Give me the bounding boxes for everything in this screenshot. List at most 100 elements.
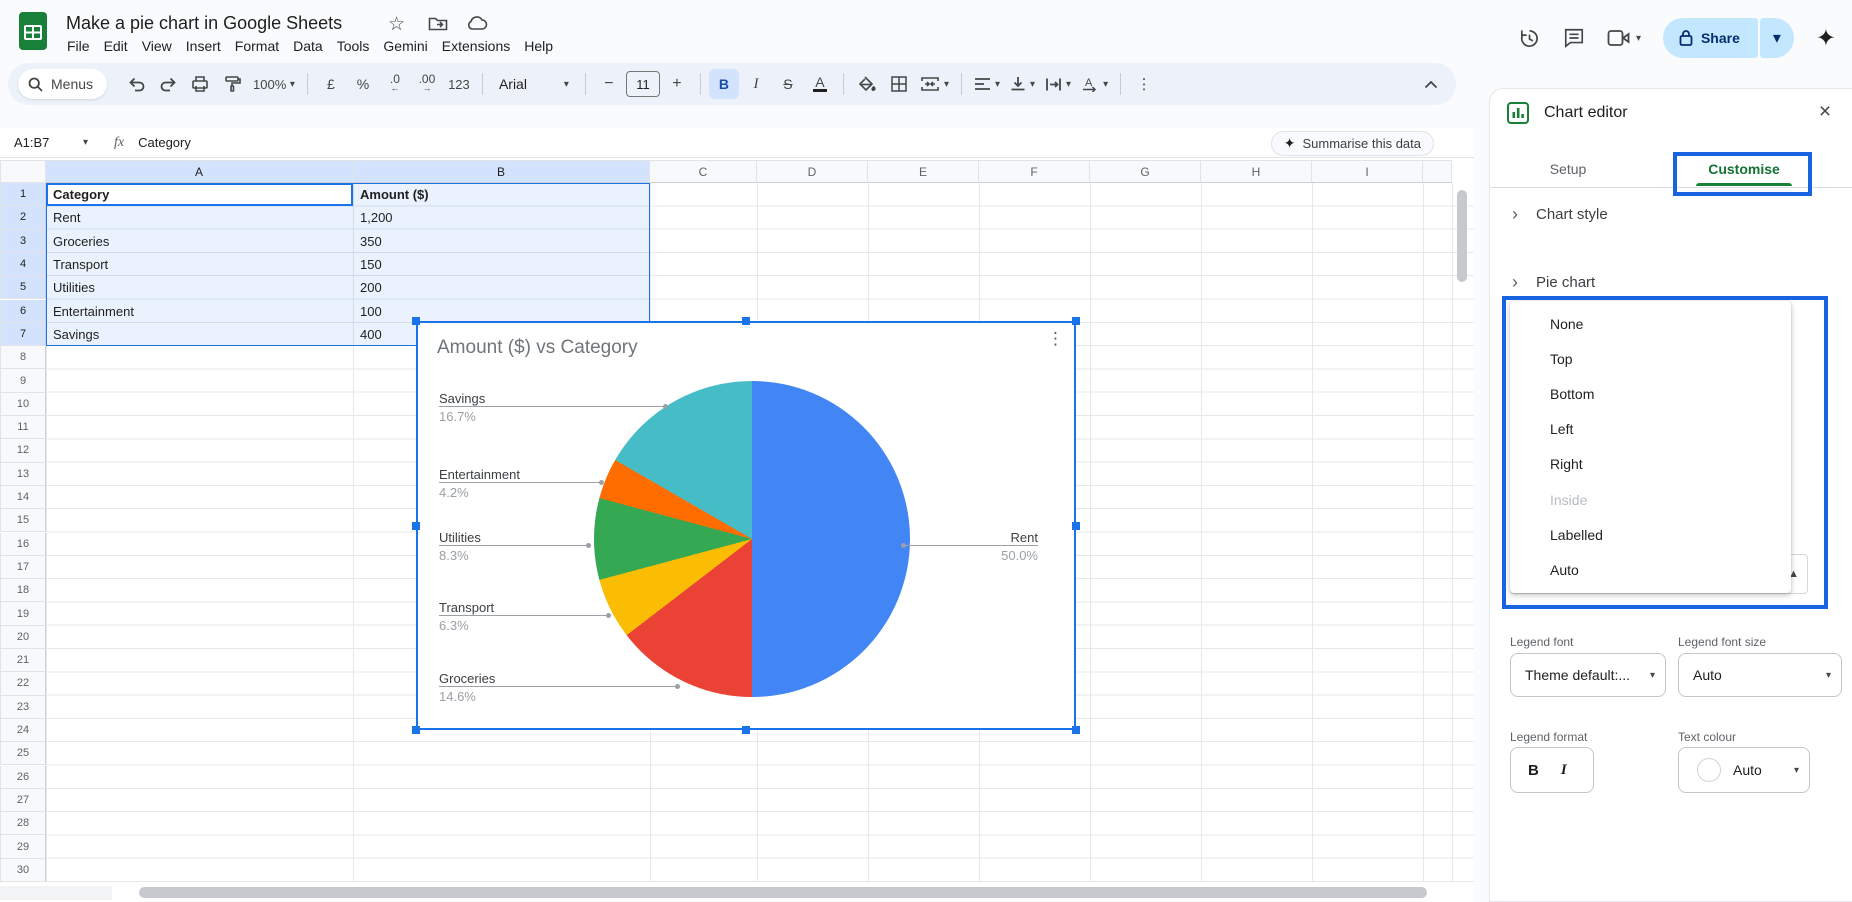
meet-caret-icon[interactable]: ▾ <box>1636 33 1641 44</box>
cell-b6[interactable]: 100 <box>353 300 650 323</box>
version-history-icon[interactable] <box>1518 27 1541 50</box>
move-folder-icon[interactable] <box>428 15 448 32</box>
row-header-10[interactable]: 10 <box>0 393 46 416</box>
select-all-corner[interactable] <box>0 160 46 183</box>
menu-view[interactable]: View <box>135 36 179 56</box>
cell-b4[interactable]: 150 <box>353 253 650 276</box>
paint-format-button[interactable] <box>217 69 247 99</box>
pie-chart[interactable] <box>594 381 910 697</box>
cell-b3[interactable]: 350 <box>353 230 650 253</box>
position-option-none[interactable]: None <box>1510 306 1791 341</box>
column-header-d[interactable]: D <box>757 160 868 183</box>
column-header-g[interactable]: G <box>1090 160 1201 183</box>
row-header-3[interactable]: 3 <box>0 230 46 253</box>
cell-a1[interactable]: Category <box>46 183 353 206</box>
section-pie-chart[interactable]: › Pie chart <box>1512 272 1595 293</box>
row-header-23[interactable]: 23 <box>0 696 46 719</box>
cell-b1[interactable]: Amount ($) <box>353 183 650 206</box>
menu-data[interactable]: Data <box>286 36 330 56</box>
column-header-i[interactable]: I <box>1312 160 1423 183</box>
legend-italic-button[interactable]: I <box>1561 762 1567 779</box>
position-option-labelled[interactable]: Labelled <box>1510 517 1791 552</box>
print-button[interactable] <box>185 69 215 99</box>
row-header-16[interactable]: 16 <box>0 533 46 556</box>
menu-edit[interactable]: Edit <box>97 36 135 56</box>
tab-setup[interactable]: Setup <box>1508 151 1628 187</box>
menu-insert[interactable]: Insert <box>179 36 228 56</box>
cloud-status-icon[interactable] <box>466 15 488 31</box>
row-header-11[interactable]: 11 <box>0 416 46 439</box>
menu-gemini[interactable]: Gemini <box>376 36 434 56</box>
menus-search-button[interactable]: Menus <box>18 69 107 99</box>
position-option-left[interactable]: Left <box>1510 412 1791 447</box>
column-header-f[interactable]: F <box>979 160 1090 183</box>
menu-format[interactable]: Format <box>228 36 286 56</box>
row-header-9[interactable]: 9 <box>0 369 46 392</box>
chart-resize-handle[interactable] <box>1072 726 1080 734</box>
row-header-18[interactable]: 18 <box>0 579 46 602</box>
undo-button[interactable] <box>121 69 151 99</box>
column-header-h[interactable]: H <box>1201 160 1312 183</box>
meet-video-icon[interactable]: ▾ <box>1607 29 1641 47</box>
pie-chart-container[interactable]: Amount ($) vs Category ⋮ Rent50.0%Grocer… <box>416 321 1076 730</box>
cell-a7[interactable]: Savings <box>46 323 353 346</box>
column-header-e[interactable]: E <box>868 160 979 183</box>
share-options-caret[interactable]: ▾ <box>1760 18 1794 58</box>
row-header-28[interactable]: 28 <box>0 812 46 835</box>
row-header-7[interactable]: 7 <box>0 323 46 346</box>
text-color-button[interactable]: A <box>805 69 835 99</box>
strikethrough-button[interactable]: S <box>773 69 803 99</box>
horizontal-scrollbar[interactable] <box>139 887 1427 898</box>
row-header-8[interactable]: 8 <box>0 346 46 369</box>
column-header-a[interactable]: A <box>46 160 353 183</box>
row-header-17[interactable]: 17 <box>0 556 46 579</box>
star-icon[interactable]: ☆ <box>388 13 405 36</box>
row-header-30[interactable]: 30 <box>0 859 46 882</box>
cell-b5[interactable]: 200 <box>353 276 650 299</box>
row-header-1[interactable]: 1 <box>0 183 46 206</box>
cell-a5[interactable]: Utilities <box>46 276 353 299</box>
cell-a6[interactable]: Entertainment <box>46 300 353 323</box>
text-colour-select[interactable]: Auto▾ <box>1678 747 1810 793</box>
menu-tools[interactable]: Tools <box>330 36 377 56</box>
row-header-2[interactable]: 2 <box>0 206 46 229</box>
chart-resize-handle[interactable] <box>1072 522 1080 530</box>
font-family-select[interactable]: Arial ▾ <box>491 69 577 99</box>
position-option-right[interactable]: Right <box>1510 447 1791 482</box>
share-button[interactable]: Share <box>1663 18 1758 58</box>
redo-button[interactable] <box>153 69 183 99</box>
row-header-27[interactable]: 27 <box>0 789 46 812</box>
hide-menus-chevron[interactable] <box>1416 69 1446 99</box>
row-header-21[interactable]: 21 <box>0 649 46 672</box>
row-header-29[interactable]: 29 <box>0 835 46 858</box>
decrease-decimal-button[interactable]: .0← <box>380 69 410 99</box>
vertical-align-button[interactable]: ▾ <box>1006 69 1039 99</box>
row-header-6[interactable]: 6 <box>0 300 46 323</box>
bold-button[interactable]: B <box>709 69 739 99</box>
tab-customise[interactable]: Customise <box>1684 151 1804 187</box>
number-format-button[interactable]: 123 <box>444 69 474 99</box>
section-chart-style[interactable]: › Chart style <box>1512 204 1608 225</box>
row-header-20[interactable]: 20 <box>0 626 46 649</box>
row-header-12[interactable]: 12 <box>0 439 46 462</box>
vertical-scrollbar[interactable] <box>1457 190 1467 282</box>
row-header-4[interactable]: 4 <box>0 253 46 276</box>
gemini-sparkle-icon[interactable]: ✦ <box>1816 24 1836 53</box>
cell-a3[interactable]: Groceries <box>46 230 353 253</box>
fill-color-button[interactable] <box>852 69 882 99</box>
legend-font-size-select[interactable]: Auto▾ <box>1678 653 1842 697</box>
row-header-19[interactable]: 19 <box>0 602 46 625</box>
increase-font-size-button[interactable]: + <box>662 69 692 99</box>
document-title[interactable]: Make a pie chart in Google Sheets <box>66 13 342 34</box>
horizontal-align-button[interactable]: ▾ <box>970 69 1004 99</box>
row-header-22[interactable]: 22 <box>0 672 46 695</box>
close-panel-icon[interactable]: × <box>1810 97 1840 127</box>
font-size-input[interactable]: 11 <box>626 71 660 97</box>
legend-bold-button[interactable]: B <box>1528 762 1539 779</box>
chart-resize-handle[interactable] <box>742 317 750 325</box>
borders-button[interactable] <box>884 69 914 99</box>
row-header-14[interactable]: 14 <box>0 486 46 509</box>
chart-resize-handle[interactable] <box>412 317 420 325</box>
more-toolbar-button[interactable]: ⋮ <box>1129 69 1159 99</box>
row-header-15[interactable]: 15 <box>0 509 46 532</box>
